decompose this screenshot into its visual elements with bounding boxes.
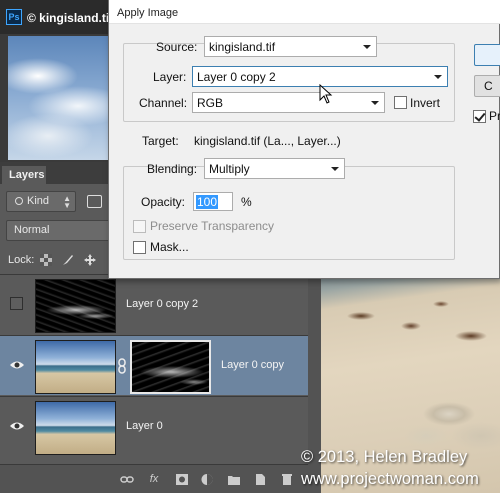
preview-label[interactable]: Pr [489, 109, 500, 123]
source-label: Source: [156, 40, 198, 54]
trash-icon[interactable] [280, 473, 294, 486]
invert-label[interactable]: Invert [410, 96, 440, 110]
spinner-icon: ▲ ▼ [63, 194, 71, 210]
mask-label[interactable]: Mask... [150, 240, 189, 254]
layer-mask-thumbnail[interactable] [130, 340, 211, 394]
apply-image-dialog: Apply Image Source: kingisland.tif Layer… [108, 0, 500, 279]
layer-row[interactable]: Layer 0 copy 2 [0, 274, 308, 334]
new-layer-icon[interactable] [253, 473, 267, 486]
cancel-button[interactable]: C [474, 75, 500, 97]
visibility-toggle-off[interactable] [10, 297, 23, 310]
opacity-value: 100 [196, 195, 219, 209]
link-icon[interactable] [120, 473, 134, 486]
blend-mode-select[interactable]: Normal [6, 220, 110, 241]
channel-select[interactable]: RGB [192, 92, 385, 113]
target-value: kingisland.tif (La..., Layer...) [194, 134, 341, 148]
document-title: © kingisland.tif [27, 11, 114, 25]
lock-transparent-icon[interactable] [39, 253, 53, 267]
chevron-down-icon [363, 45, 371, 49]
document-tab[interactable]: Ps © kingisland.tif [0, 0, 118, 34]
channel-value: RGB [197, 96, 224, 110]
tab-layers[interactable]: Layers [2, 166, 46, 184]
photoshop-logo-icon: Ps [6, 9, 22, 25]
preserve-transparency-checkbox[interactable] [133, 220, 146, 233]
layer-name[interactable]: Layer 0 copy [221, 359, 284, 371]
layer-row-selected[interactable]: Layer 0 copy [0, 335, 308, 395]
opacity-label: Opacity: [141, 195, 186, 209]
layer-label: Layer: [153, 70, 187, 84]
target-label: Target: [142, 134, 179, 148]
invert-checkbox[interactable] [394, 96, 407, 109]
source-value: kingisland.tif [209, 40, 276, 54]
lock-brush-icon[interactable] [61, 253, 75, 267]
layer-thumbnail [35, 340, 116, 394]
ok-button[interactable] [474, 44, 500, 66]
mask-checkbox[interactable] [133, 241, 146, 254]
layers-footer: fx [0, 464, 308, 493]
sky-image [8, 36, 118, 160]
blending-value: Multiply [209, 162, 250, 176]
blending-select[interactable]: Multiply [204, 158, 345, 179]
opacity-input[interactable]: 100 [193, 192, 233, 211]
add-mask-icon[interactable] [175, 473, 189, 486]
layer-thumbnail [35, 279, 116, 333]
search-icon [15, 197, 23, 205]
blending-label: Blending: [147, 162, 198, 176]
lock-label: Lock: [8, 254, 35, 266]
document-canvas[interactable] [0, 34, 118, 162]
opacity-unit: % [241, 195, 252, 209]
eye-icon[interactable] [9, 419, 25, 433]
preserve-transparency-label: Preserve Transparency [150, 219, 275, 233]
chevron-down-icon [371, 101, 379, 105]
kind-filter-select[interactable]: Kind ▲ ▼ [6, 191, 76, 212]
fx-icon[interactable]: fx [147, 473, 161, 486]
kind-filter-label: Kind [27, 195, 50, 207]
chevron-down-icon [434, 75, 442, 79]
layer-row[interactable]: Layer 0 [0, 396, 308, 456]
watermark-url: www.projectwoman.com [301, 470, 479, 488]
folder-icon[interactable] [227, 473, 241, 486]
layer-thumbnail [35, 401, 116, 455]
adjustment-icon[interactable] [200, 473, 214, 486]
mouse-cursor-icon [319, 84, 333, 104]
image-filter-icon[interactable] [87, 195, 102, 208]
watermark: © 2013, Helen Bradley www.projectwoman.c… [301, 446, 500, 490]
watermark-copyright: © 2013, Helen Bradley [301, 448, 468, 466]
dialog-title: Apply Image [117, 7, 179, 19]
lock-move-icon[interactable] [83, 253, 97, 267]
preview-checkbox[interactable] [473, 110, 486, 123]
layer-name[interactable]: Layer 0 copy 2 [126, 298, 198, 310]
channel-label: Channel: [139, 96, 188, 110]
layer-value: Layer 0 copy 2 [197, 70, 276, 84]
link-chain-icon[interactable] [117, 358, 127, 374]
layer-name[interactable]: Layer 0 [126, 420, 163, 432]
eye-icon[interactable] [9, 358, 25, 372]
dialog-titlebar[interactable]: Apply Image [109, 0, 500, 24]
source-select[interactable]: kingisland.tif [204, 36, 377, 57]
chevron-down-icon [331, 167, 339, 171]
